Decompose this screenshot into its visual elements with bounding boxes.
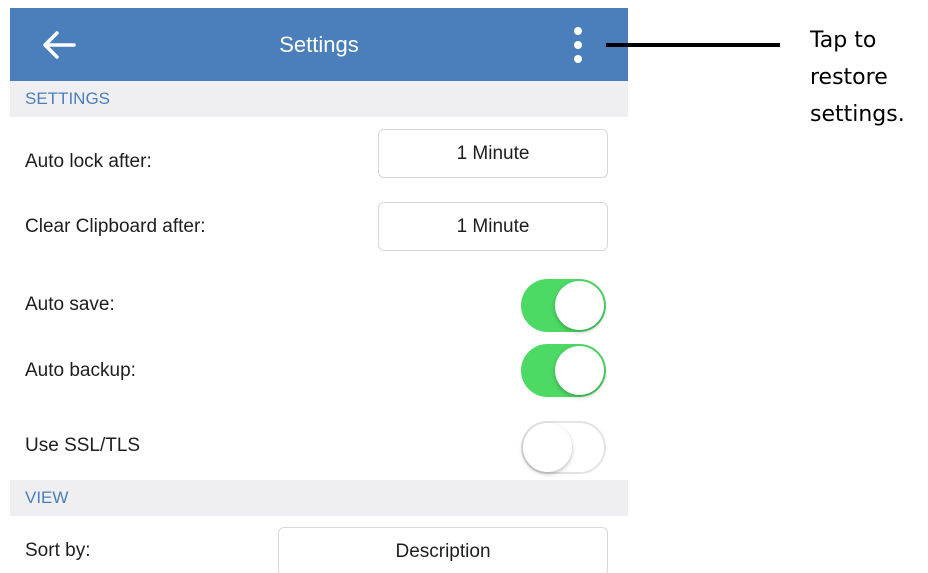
back-button[interactable]: [36, 24, 82, 66]
annotation-pointer-line: [606, 43, 780, 47]
auto-lock-select[interactable]: 1 Minute: [378, 129, 608, 178]
toggle-knob: [555, 281, 604, 330]
use-ssl-label: Use SSL/TLS: [25, 435, 141, 456]
clear-clipboard-label: Clear Clipboard after:: [25, 216, 206, 237]
more-vertical-icon: [574, 27, 582, 35]
auto-save-toggle[interactable]: [521, 279, 606, 332]
more-menu-button[interactable]: [560, 22, 596, 68]
toggle-knob: [523, 423, 572, 472]
page-title: Settings: [279, 32, 359, 57]
auto-lock-label: Auto lock after:: [25, 151, 152, 172]
sort-by-label: Sort by:: [25, 540, 91, 561]
more-vertical-icon-dot: [574, 55, 582, 63]
auto-save-label: Auto save:: [25, 294, 115, 315]
annotation-text: Tap to restore settings.: [810, 22, 925, 133]
section-header-view: VIEW: [10, 480, 628, 516]
annotation-line: restore: [810, 65, 888, 90]
sort-by-select[interactable]: Description: [278, 527, 608, 573]
settings-screen: Settings SETTINGS Auto lock after: 1 Min…: [10, 8, 628, 573]
app-bar: Settings: [10, 8, 628, 81]
clear-clipboard-select[interactable]: 1 Minute: [378, 202, 608, 251]
arrow-left-icon: [43, 31, 76, 59]
more-vertical-icon-dot: [574, 41, 582, 49]
section-header-settings: SETTINGS: [10, 81, 628, 117]
use-ssl-toggle[interactable]: [521, 421, 606, 474]
auto-backup-label: Auto backup:: [25, 360, 136, 381]
toggle-knob: [555, 346, 604, 395]
annotation-line: Tap to: [810, 28, 877, 53]
auto-backup-toggle[interactable]: [521, 344, 606, 397]
annotation-line: settings.: [810, 102, 905, 127]
